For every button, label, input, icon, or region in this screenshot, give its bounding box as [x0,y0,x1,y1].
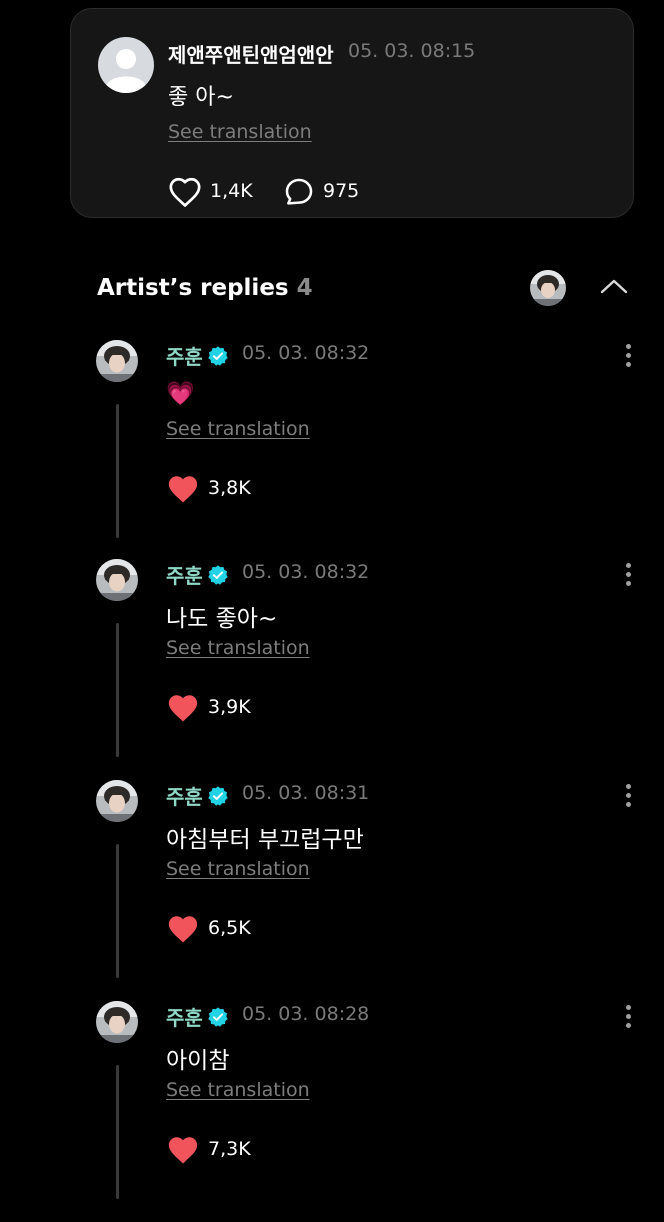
reply-like-count: 3,8K [208,477,251,499]
see-translation-link[interactable]: See translation [166,637,310,659]
verified-badge-icon [208,346,228,366]
verified-badge-icon [208,565,228,585]
thread-line [116,404,119,538]
speech-bubble-icon[interactable] [283,176,315,208]
chevron-up-icon[interactable] [599,276,629,296]
verified-badge-icon [208,786,228,806]
reply-author-name[interactable]: 주훈 [166,781,203,810]
post-like-count: 1,4K [210,180,253,202]
artist-replies-heading: Artist’s replies 4 [97,275,313,301]
artist-avatar[interactable] [96,780,138,822]
more-options-icon[interactable] [625,784,631,807]
heart-outline-icon[interactable] [168,176,202,208]
reply-timestamp: 05. 03. 08:31 [242,782,370,804]
artist-reply: 주훈 05. 03. 08:28 아이참 See translation 7,3… [0,1001,664,1222]
more-options-icon[interactable] [625,1005,631,1028]
artist-avatar[interactable] [96,559,138,601]
fan-post-card: 제앤쭈앤틴앤엄앤안 05. 03. 08:15 좋 아~ See transla… [70,8,634,218]
artist-avatar[interactable] [96,1001,138,1043]
reply-author-name[interactable]: 주훈 [166,341,203,370]
reply-timestamp: 05. 03. 08:32 [242,561,370,583]
reply-timestamp: 05. 03. 08:28 [242,1003,370,1025]
artist-avatar[interactable] [96,340,138,382]
see-translation-link[interactable]: See translation [166,858,310,880]
heart-filled-icon[interactable] [166,913,200,945]
reply-like-count: 7,3K [208,1138,251,1160]
reply-text: 아이참 [166,1048,230,1074]
reply-text: 나도 좋아~ [166,606,278,632]
see-translation-link[interactable]: See translation [168,121,312,143]
reply-author-name[interactable]: 주훈 [166,560,203,589]
post-author-name[interactable]: 제앤쭈앤틴앤엄앤안 [168,39,334,68]
post-comment-count: 975 [323,180,360,202]
heart-filled-icon[interactable] [166,473,200,505]
reply-like-count: 6,5K [208,917,251,939]
post-text: 좋 아~ [168,85,234,110]
verified-badge-icon [208,1007,228,1027]
artist-reply: 주훈 05. 03. 08:31 아침부터 부끄럽구만 See translat… [0,780,664,1001]
artist-reply: 주훈 05. 03. 08:32 나도 좋아~ See translation … [0,559,664,780]
reply-author-name[interactable]: 주훈 [166,1002,203,1031]
see-translation-link[interactable]: See translation [166,418,310,440]
reply-like-count: 3,9K [208,696,251,718]
see-translation-link[interactable]: See translation [166,1079,310,1101]
artist-replies-label: Artist’s replies [97,275,289,301]
default-profile-icon[interactable] [98,37,154,93]
thread-line [116,844,119,978]
artist-avatar[interactable] [530,270,566,306]
reply-text: 💗 [166,381,195,407]
reply-timestamp: 05. 03. 08:32 [242,342,370,364]
more-options-icon[interactable] [625,563,631,586]
more-options-icon[interactable] [625,344,631,367]
post-timestamp: 05. 03. 08:15 [348,40,476,62]
thread-line [116,623,119,757]
artist-replies-count: 4 [296,275,313,301]
heart-filled-icon[interactable] [166,692,200,724]
artist-reply: 주훈 05. 03. 08:32 💗 See translation 3,8K [0,340,664,561]
reply-text: 아침부터 부끄럽구만 [166,827,364,853]
thread-line [116,1065,119,1199]
heart-filled-icon[interactable] [166,1134,200,1166]
